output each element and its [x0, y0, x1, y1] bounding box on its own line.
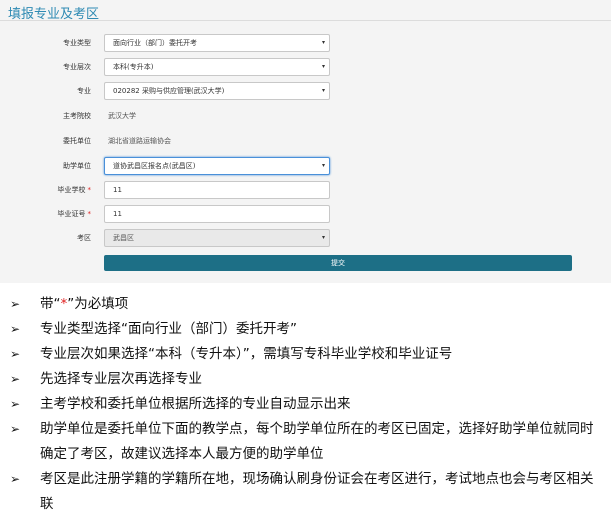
- diploma-no-value: 11: [113, 210, 122, 218]
- exam-area-label: 考区: [77, 234, 91, 242]
- list-item: ➢ 专业层次如果选择“本科（专升本）”，需填写专科毕业学校和毕业证号: [6, 342, 606, 367]
- major-level-label: 专业层次: [63, 63, 91, 71]
- grad-school-label-text: 毕业学校: [57, 186, 86, 194]
- note-1-post: ”为必填项: [67, 296, 129, 312]
- row-diploma-no: 毕业证号 * 11: [0, 205, 611, 223]
- list-item: ➢ 带“*”为必填项: [6, 292, 606, 317]
- row-grad-school: 毕业学校 * 11: [0, 181, 611, 199]
- row-major: 专业 020282 采购与供应管理(武汉大学) ▾: [0, 82, 611, 100]
- chevron-down-icon: ▾: [321, 162, 325, 169]
- row-assist-unit: 助学单位 道协武昌区报名点(武昌区) ▾: [0, 157, 611, 175]
- major-type-value: 面向行业（部门）委托开考: [113, 39, 197, 47]
- arrow-bullet-icon: ➢: [10, 297, 21, 311]
- note-2: 专业类型选择“面向行业（部门）委托开考”: [40, 321, 297, 337]
- row-exam-school: 主考院校 武汉大学: [0, 107, 611, 125]
- major-type-select[interactable]: 面向行业（部门）委托开考 ▾: [104, 34, 330, 52]
- submit-button[interactable]: 提交: [104, 255, 572, 271]
- row-major-level: 专业层次 本科(专升本) ▾: [0, 58, 611, 76]
- major-level-value: 本科(专升本): [113, 63, 154, 71]
- arrow-bullet-icon: ➢: [10, 472, 21, 486]
- diploma-no-label-text: 毕业证号: [57, 210, 86, 218]
- assist-unit-select[interactable]: 道协武昌区报名点(武昌区) ▾: [104, 157, 330, 175]
- list-item: ➢ 助学单位是委托单位下面的教学点，每个助学单位所在的考区已固定，选择好助学单位…: [6, 417, 606, 467]
- grad-school-label: 毕业学校 *: [0, 181, 92, 199]
- required-mark: *: [87, 186, 92, 194]
- diploma-no-input[interactable]: 11: [104, 205, 330, 223]
- arrow-bullet-icon: ➢: [10, 347, 21, 361]
- assist-unit-label: 助学单位: [63, 162, 91, 170]
- arrow-bullet-icon: ➢: [10, 372, 21, 386]
- chevron-down-icon: ▾: [321, 39, 325, 46]
- entrust-unit-value: 湖北省道路运输协会: [108, 137, 171, 145]
- note-3: 专业层次如果选择“本科（专升本）”，需填写专科毕业学校和毕业证号: [40, 346, 453, 362]
- note-5: 主考学校和委托单位根据所选择的专业自动显示出来: [40, 396, 351, 412]
- chevron-down-icon: ▾: [321, 87, 325, 94]
- list-item: ➢ 主考学校和委托单位根据所选择的专业自动显示出来: [6, 392, 606, 417]
- instructions-list: ➢ 带“*”为必填项 ➢ 专业类型选择“面向行业（部门）委托开考” ➢ 专业层次…: [6, 292, 606, 517]
- exam-area-value: 武昌区: [113, 234, 134, 242]
- exam-school-value: 武汉大学: [108, 112, 136, 120]
- note-7: 考区是此注册学籍的学籍所在地，现场确认刷身份证会在考区进行，考试地点也会与考区相…: [40, 471, 594, 512]
- title-divider: [0, 20, 611, 21]
- note-6: 助学单位是委托单位下面的教学点，每个助学单位所在的考区已固定，选择好助学单位就同…: [40, 421, 594, 462]
- arrow-bullet-icon: ➢: [10, 322, 21, 336]
- grad-school-value: 11: [113, 186, 122, 194]
- major-type-label: 专业类型: [63, 39, 91, 47]
- major-value: 020282 采购与供应管理(武汉大学): [113, 87, 225, 95]
- arrow-bullet-icon: ➢: [10, 397, 21, 411]
- row-major-type: 专业类型 面向行业（部门）委托开考 ▾: [0, 34, 611, 52]
- major-label: 专业: [77, 87, 91, 95]
- list-item: ➢ 专业类型选择“面向行业（部门）委托开考”: [6, 317, 606, 342]
- list-item: ➢ 考区是此注册学籍的学籍所在地，现场确认刷身份证会在考区进行，考试地点也会与考…: [6, 467, 606, 517]
- row-entrust-unit: 委托单位 湖北省道路运输协会: [0, 132, 611, 150]
- chevron-down-icon: ▾: [321, 234, 325, 241]
- exam-area-select[interactable]: 武昌区 ▾: [104, 229, 330, 247]
- grad-school-input[interactable]: 11: [104, 181, 330, 199]
- diploma-no-label: 毕业证号 *: [0, 205, 92, 223]
- arrow-bullet-icon: ➢: [10, 422, 21, 436]
- entrust-unit-label: 委托单位: [63, 137, 91, 145]
- row-exam-area: 考区 武昌区 ▾: [0, 229, 611, 247]
- note-1-pre: 带“: [40, 296, 61, 312]
- note-4: 先选择专业层次再选择专业: [40, 371, 202, 387]
- exam-school-label: 主考院校: [63, 112, 91, 120]
- list-item: ➢ 先选择专业层次再选择专业: [6, 367, 606, 392]
- required-mark: *: [87, 210, 92, 218]
- chevron-down-icon: ▾: [321, 63, 325, 70]
- major-select[interactable]: 020282 采购与供应管理(武汉大学) ▾: [104, 82, 330, 100]
- assist-unit-value: 道协武昌区报名点(武昌区): [113, 162, 196, 170]
- form-panel: 填报专业及考区 专业类型 面向行业（部门）委托开考 ▾ 专业层次 本科(专升本)…: [0, 0, 611, 283]
- major-level-select[interactable]: 本科(专升本) ▾: [104, 58, 330, 76]
